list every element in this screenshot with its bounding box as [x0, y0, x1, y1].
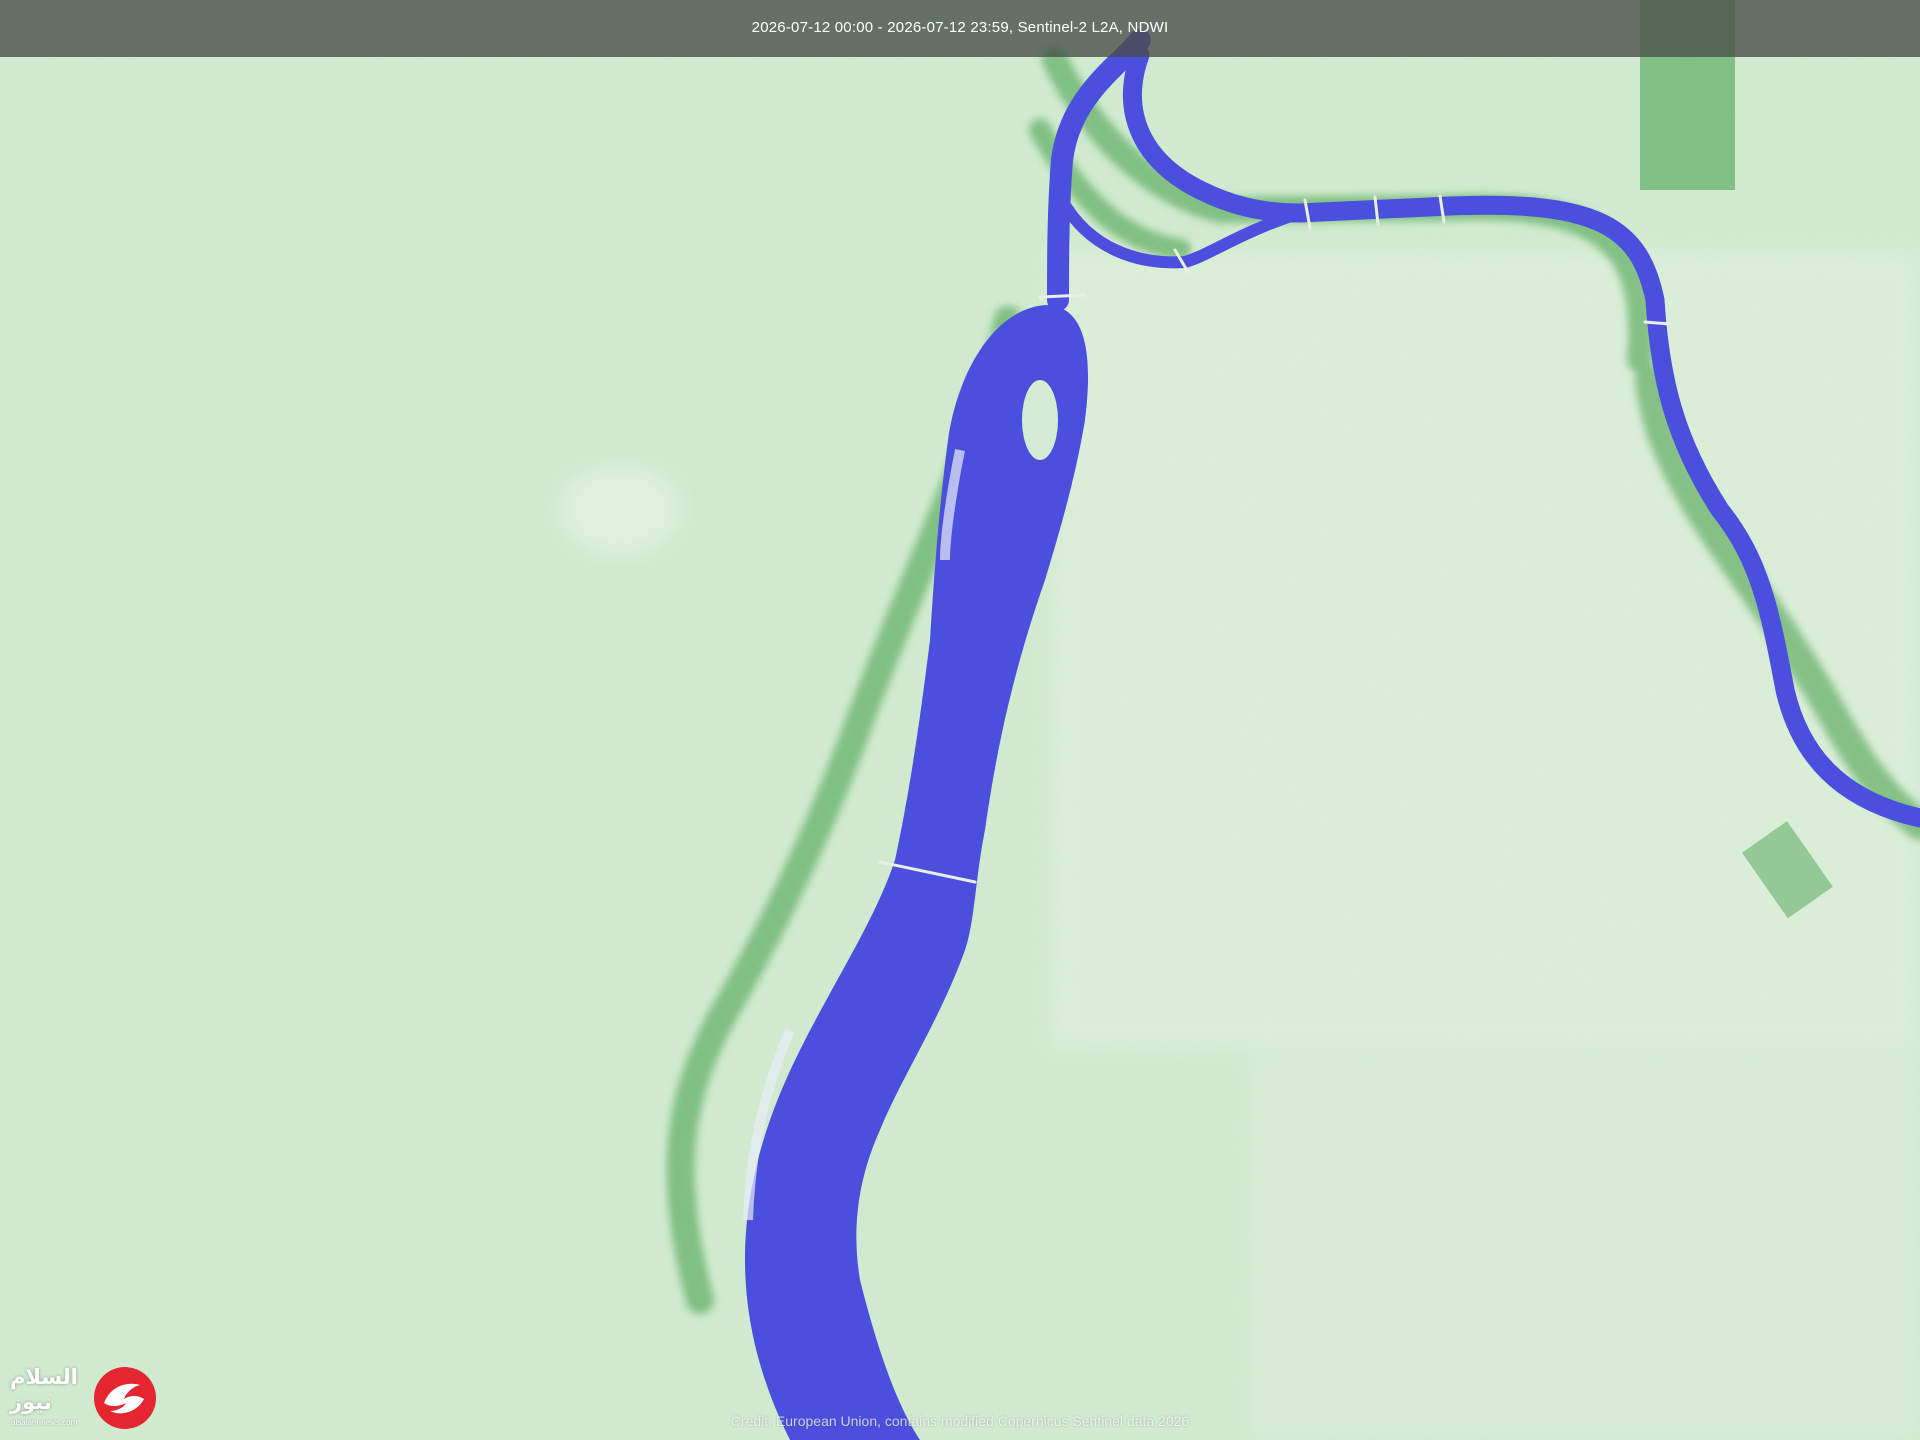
urban-area-south-east [1250, 1050, 1920, 1440]
ndwi-satellite-map[interactable] [0, 0, 1920, 1440]
map-credit: Credit: European Union, contains modifie… [730, 1413, 1190, 1429]
logo-name-line1: السلام [10, 1365, 78, 1389]
dove-logo-icon [94, 1367, 156, 1429]
map-date-range-label: 2026-07-12 00:00 - 2026-07-12 23:59, Sen… [751, 19, 1169, 36]
watermark-logo: السلام نيوز alsalam-news.com [8, 1365, 160, 1435]
logo-name-line2: نيوز [10, 1390, 52, 1414]
logo-url: alsalam-news.com [11, 1418, 78, 1427]
pale-patch-west [560, 465, 680, 555]
map-header-bar: 2026-07-12 00:00 - 2026-07-12 23:59, Sen… [0, 0, 1920, 57]
reservoir-island [1022, 380, 1058, 460]
